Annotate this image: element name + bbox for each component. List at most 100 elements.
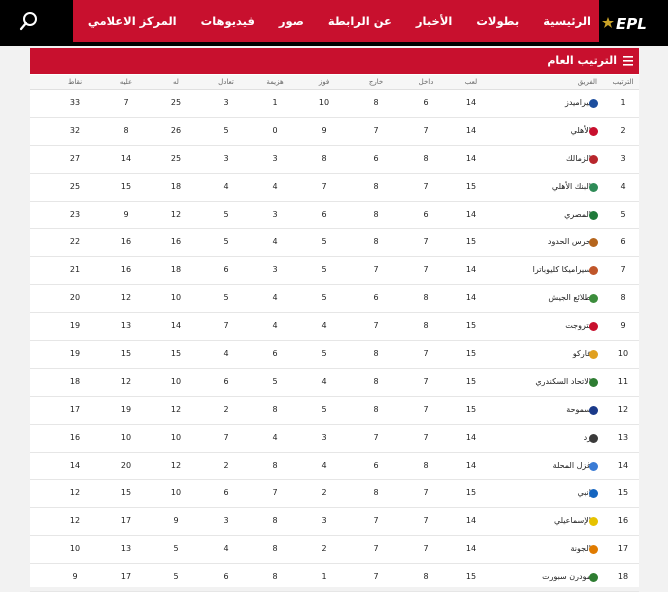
loss-cell: 4 — [272, 432, 278, 442]
table-row[interactable]: 9 بتروجت 15 8 7 4 4 7 14 13 19 — [30, 313, 639, 342]
team-name[interactable]: حرس الحدود — [471, 229, 591, 256]
table-row[interactable]: 15 إنبي 15 7 8 2 7 6 10 15 12 — [30, 480, 639, 509]
points-cell: 12 — [69, 516, 81, 526]
menu-item-home[interactable]: الرئيسية — [543, 14, 591, 28]
team-name[interactable]: فاركو — [471, 341, 591, 368]
menu-item-about[interactable]: عن الرابطة — [328, 14, 392, 28]
table-row[interactable]: 1 بيراميدز 14 6 8 10 1 3 25 7 33 — [30, 90, 639, 118]
team-crest-icon — [589, 461, 598, 471]
home-cell: 7 — [423, 544, 429, 554]
rank-cell: 13 — [617, 432, 629, 442]
played-cell: 14 — [465, 516, 477, 526]
away-cell: 7 — [373, 321, 379, 331]
draw-cell: 5 — [223, 293, 229, 303]
team-name[interactable]: البنك الأهلي — [471, 174, 591, 201]
team-name[interactable]: المصري — [471, 202, 591, 229]
away-cell: 8 — [373, 98, 379, 107]
draw-cell: 5 — [223, 125, 229, 135]
table-row[interactable]: 2 الأهلي 14 7 7 9 0 5 26 8 32 — [30, 118, 639, 146]
table-row[interactable]: 3 الزمالك 14 8 6 8 3 3 25 14 27 — [30, 146, 639, 174]
team-crest-icon — [589, 545, 598, 555]
team-name[interactable]: غزل المحلة — [471, 453, 591, 480]
team-crest-icon — [589, 266, 598, 276]
goals-against-cell: 16 — [120, 265, 132, 275]
rank-cell: 9 — [620, 321, 626, 331]
points-cell: 10 — [69, 544, 81, 554]
played-cell: 15 — [465, 376, 477, 386]
header-team: الفريق — [577, 78, 597, 86]
loss-cell: 4 — [272, 293, 278, 303]
goals-for-cell: 12 — [170, 209, 182, 219]
points-cell: 27 — [69, 153, 81, 163]
goals-for-cell: 5 — [173, 544, 179, 554]
home-cell: 7 — [423, 516, 429, 526]
away-cell: 8 — [373, 404, 379, 414]
points-cell: 12 — [69, 488, 81, 498]
team-name[interactable]: الإسماعيلي — [471, 508, 591, 535]
menu-item-tournaments[interactable]: بطولات — [476, 14, 519, 28]
team-name[interactable]: الزمالك — [471, 146, 591, 173]
goals-for-cell: 12 — [170, 404, 182, 414]
team-name[interactable]: بيراميدز — [471, 90, 591, 117]
table-row[interactable]: 16 الإسماعيلي 14 7 7 3 8 3 9 17 12 — [30, 508, 639, 537]
played-cell: 15 — [465, 237, 477, 247]
table-row[interactable]: 11 الاتحاد السكندري 15 7 8 4 5 6 10 12 18 — [30, 369, 639, 397]
team-name[interactable]: سموحة — [471, 397, 591, 424]
points-cell: 19 — [69, 349, 81, 359]
away-cell: 8 — [373, 237, 379, 247]
table-row[interactable]: 13 زد 14 7 7 3 4 7 10 10 16 — [30, 425, 639, 453]
menu-item-photos[interactable]: صور — [279, 14, 304, 28]
header-goals-against: عليه — [119, 78, 133, 86]
rank-cell: 5 — [620, 209, 626, 219]
search-icon[interactable] — [18, 10, 40, 32]
team-name[interactable]: الأهلي — [471, 118, 591, 145]
played-cell: 14 — [465, 265, 477, 275]
team-name[interactable]: بتروجت — [471, 313, 591, 340]
away-cell: 7 — [373, 125, 379, 135]
loss-cell: 8 — [272, 544, 278, 554]
top-navbar: الرئيسية بطولات الأخبار عن الرابطة صور ف… — [0, 0, 668, 46]
win-cell: 4 — [321, 460, 327, 470]
team-name[interactable]: إنبي — [471, 480, 591, 507]
table-row[interactable]: 6 حرس الحدود 15 7 8 5 4 5 16 16 22 — [30, 229, 639, 258]
home-cell: 7 — [423, 181, 429, 191]
team-crest-icon — [589, 238, 598, 248]
menu-item-videos[interactable]: فيديوهات — [201, 14, 255, 28]
points-cell: 16 — [69, 432, 81, 442]
goals-against-cell: 16 — [120, 237, 132, 247]
table-row[interactable]: 4 البنك الأهلي 15 7 8 7 4 4 18 15 25 — [30, 174, 639, 202]
table-row[interactable]: 5 المصري 14 6 8 6 3 5 12 9 23 — [30, 202, 639, 230]
team-name[interactable]: سيراميكا كليوباترا — [471, 257, 591, 284]
loss-cell: 7 — [272, 488, 278, 498]
team-crest-icon — [589, 210, 598, 220]
home-cell: 8 — [423, 321, 429, 331]
away-cell: 8 — [373, 376, 379, 386]
menu-item-news[interactable]: الأخبار — [416, 14, 452, 28]
away-cell: 7 — [373, 544, 379, 554]
team-name[interactable]: طلائع الجيش — [471, 285, 591, 312]
epl-logo[interactable]: EPL — [602, 12, 660, 34]
main-menu: الرئيسية بطولات الأخبار عن الرابطة صور ف… — [73, 0, 599, 42]
table-row[interactable]: 10 فاركو 15 7 8 5 6 4 15 15 19 — [30, 341, 639, 369]
goals-for-cell: 18 — [170, 265, 182, 275]
table-row[interactable]: 7 سيراميكا كليوباترا 14 7 7 5 3 6 18 16 21 — [30, 257, 639, 286]
win-cell: 3 — [321, 432, 327, 442]
loss-cell: 6 — [272, 349, 278, 359]
goals-for-cell: 10 — [170, 293, 182, 303]
team-name[interactable]: الجونة — [471, 536, 591, 563]
rank-cell: 8 — [620, 293, 626, 303]
header-home: داخل — [418, 78, 434, 86]
table-row[interactable]: 8 طلائع الجيش 14 8 6 5 4 5 10 12 20 — [30, 285, 639, 314]
team-name[interactable]: الاتحاد السكندري — [471, 369, 591, 396]
goals-for-cell: 25 — [170, 98, 182, 107]
table-row[interactable]: 14 غزل المحلة 14 8 6 4 8 2 12 20 14 — [30, 453, 639, 481]
table-row[interactable]: 17 الجونة 14 7 7 2 8 4 5 13 10 — [30, 536, 639, 565]
team-name[interactable]: زد — [471, 425, 591, 452]
played-cell: 14 — [465, 98, 477, 107]
away-cell: 8 — [373, 181, 379, 191]
draw-cell: 6 — [223, 376, 229, 386]
menu-item-media-center[interactable]: المركز الاعلامي — [88, 14, 177, 28]
table-row[interactable]: 12 سموحة 15 7 8 5 8 2 12 19 17 — [30, 397, 639, 425]
team-crest-icon — [589, 126, 598, 136]
table-row[interactable]: 18 مودرن سبورت 15 8 7 1 8 6 5 17 9 — [30, 564, 639, 592]
